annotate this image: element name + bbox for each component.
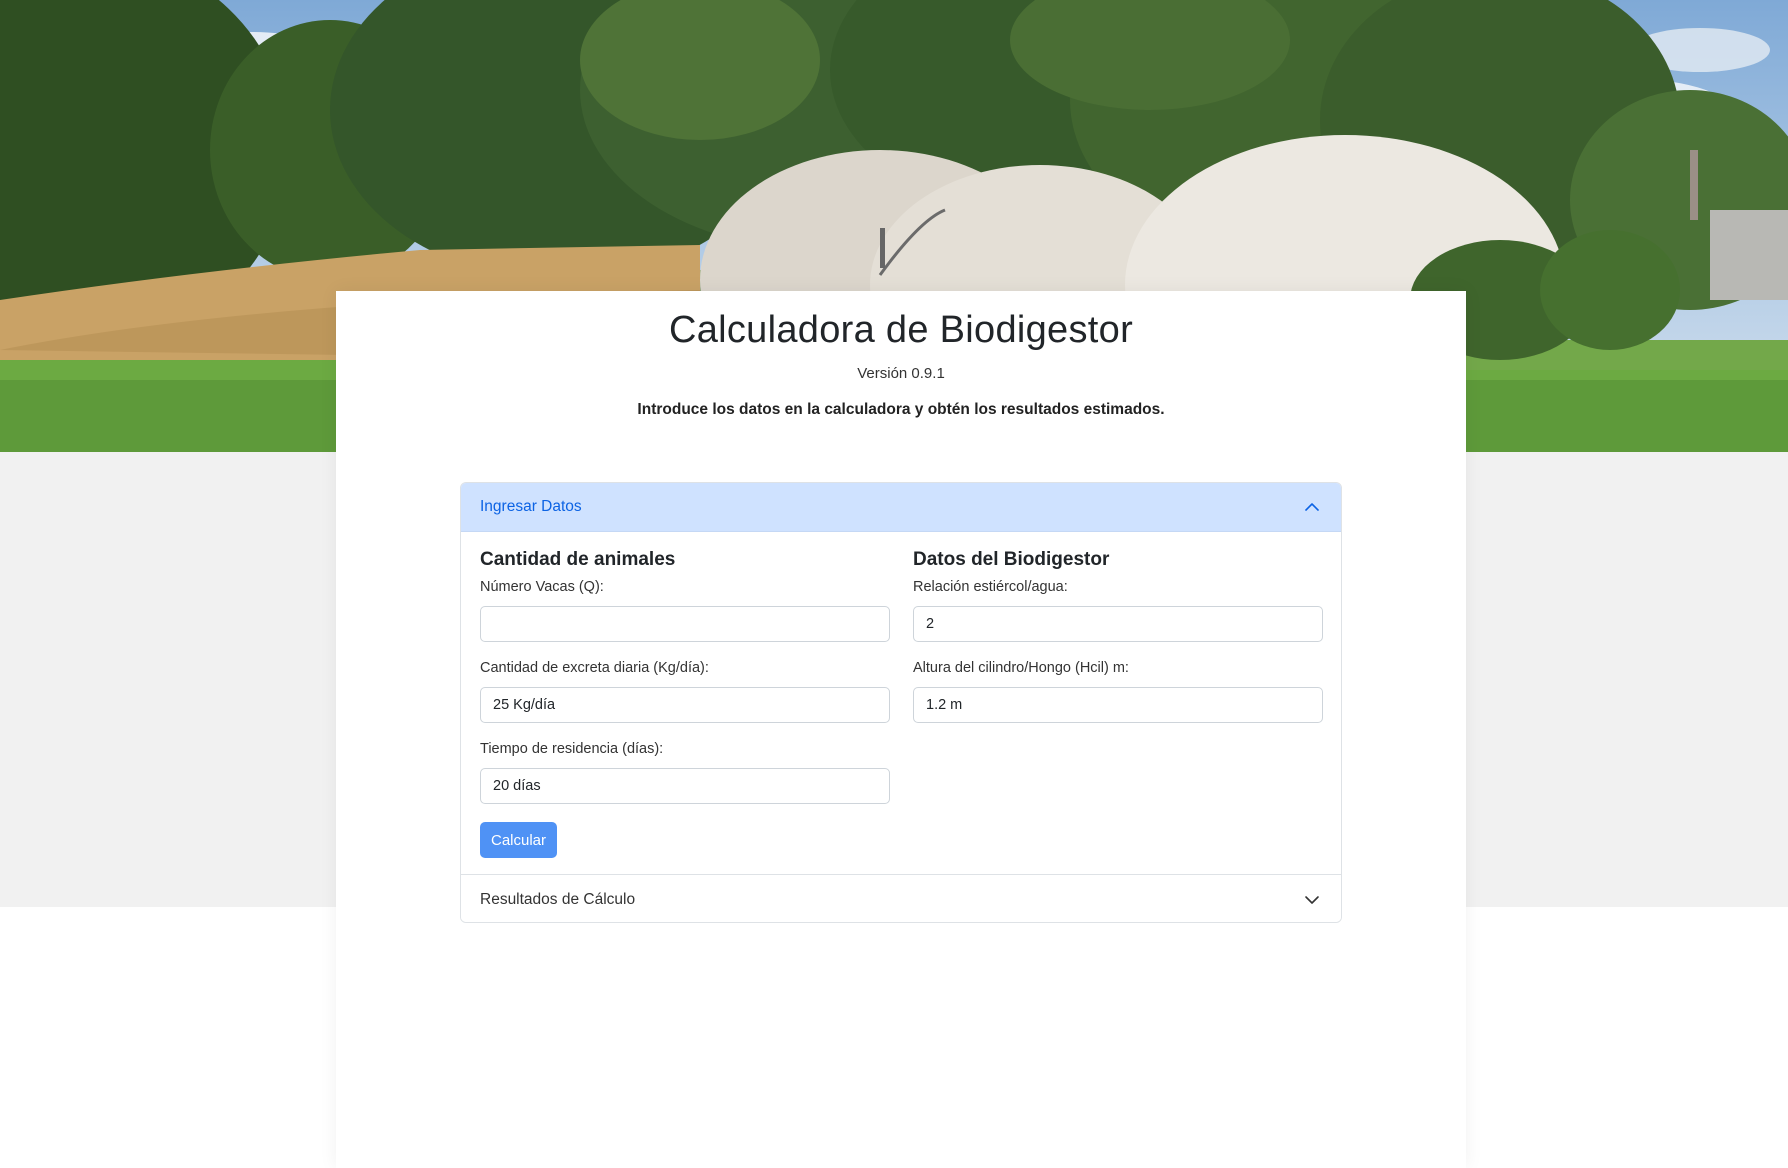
version-label: Versión 0.9.1 <box>857 365 945 382</box>
accordion-header-results[interactable]: Resultados de Cálculo <box>461 874 1341 922</box>
chevron-down-icon <box>1302 890 1322 910</box>
page: Calculadora de Biodigestor Versión 0.9.1… <box>0 0 1788 1168</box>
excreta-label: Cantidad de excreta diaria (Kg/día): <box>480 660 709 676</box>
intro-text: Introduce los datos en la calculadora y … <box>637 401 1165 418</box>
biodigester-heading: Datos del Biodigestor <box>913 549 1110 570</box>
cylinder-height-label: Altura del cilindro/Hongo (Hcil) m: <box>913 660 1129 676</box>
residence-time-input[interactable] <box>480 768 890 804</box>
residence-time-label: Tiempo de residencia (días): <box>480 741 664 757</box>
accordion-header-label: Ingresar Datos <box>480 498 582 515</box>
results-header-label: Resultados de Cálculo <box>480 890 636 908</box>
calculator-accordion: Ingresar Datos Cantidad de animales Núme… <box>460 482 1342 923</box>
ratio-label: Relación estiércol/agua: <box>913 579 1068 595</box>
page-title: Calculadora de Biodigestor <box>668 309 1134 351</box>
cows-label: Número Vacas (Q): <box>480 579 604 595</box>
main-card: Calculadora de Biodigestor Versión 0.9.1… <box>336 291 1466 1168</box>
cows-input[interactable] <box>480 606 890 642</box>
animals-heading: Cantidad de animales <box>480 549 676 570</box>
excreta-input[interactable] <box>480 687 890 723</box>
cylinder-height-input[interactable] <box>913 687 1323 723</box>
chevron-up-icon <box>1302 497 1322 517</box>
accordion-body-input-data: Cantidad de animales Número Vacas (Q): C… <box>461 532 1341 874</box>
accordion-header-input-data[interactable]: Ingresar Datos <box>461 483 1341 532</box>
calculate-button[interactable]: Calcular <box>480 822 557 858</box>
ratio-input[interactable] <box>913 606 1323 642</box>
